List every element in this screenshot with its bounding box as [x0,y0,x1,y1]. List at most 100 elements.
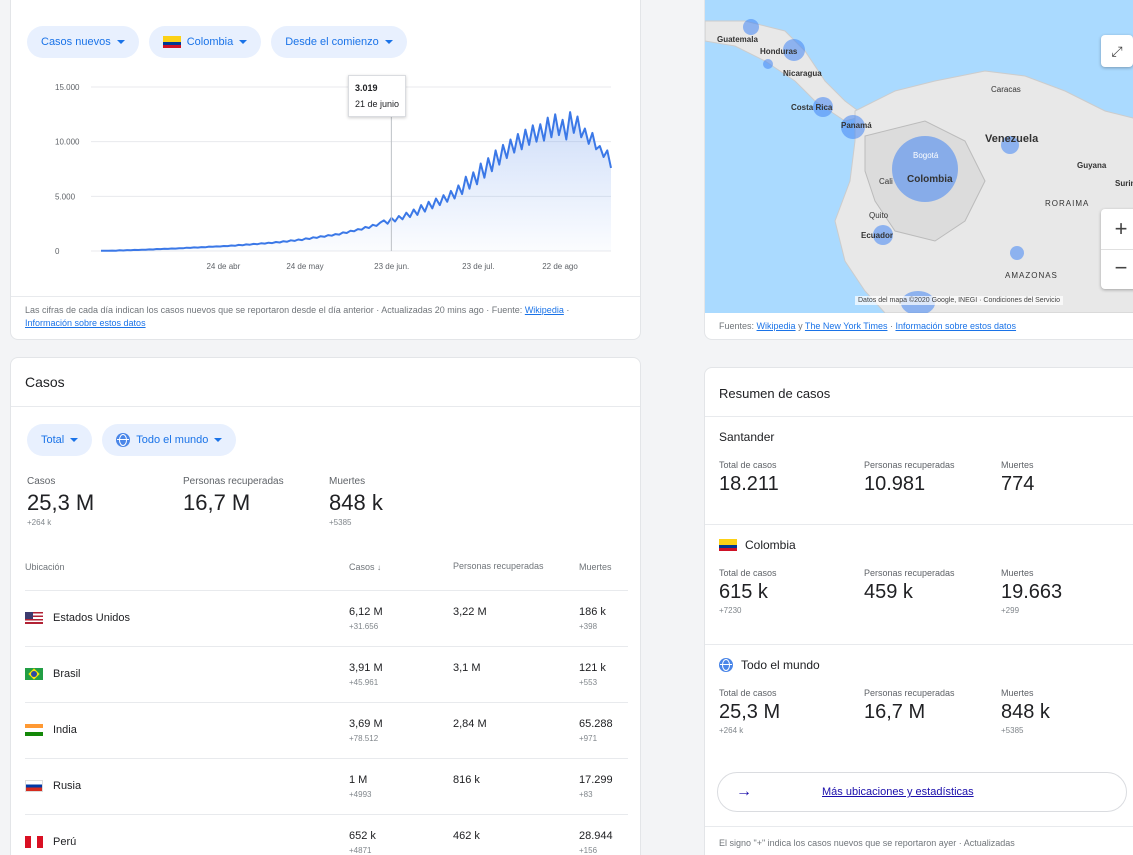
map-label: Cali [879,177,893,186]
cases-table: Ubicación Casos ↓ Personas recuperadas M… [25,544,628,855]
y-tick-label: 15.000 [55,83,80,92]
summary-section-colombia: Colombia Total de casos 615 k +7230 Pers… [719,538,1063,615]
y-tick-label: 10.000 [55,138,80,147]
zoom-in-button[interactable]: + [1101,209,1133,249]
summary-title: Resumen de casos [719,386,831,401]
new-cases-line-chart[interactable]: 15.000 10.000 5.000 0 24 de abr 24 de may 23 d… [21,71,621,291]
colombia-flag-icon [162,36,181,48]
arrow-right-icon: → [736,783,752,800]
country-dropdown[interactable]: Colombia [148,26,262,58]
russia-flag-icon [25,780,43,793]
usa-flag-icon [25,612,43,625]
map-bubble[interactable] [743,19,759,35]
stat-deaths: Muertes 848 k +5385 [329,476,383,527]
chevron-down-icon [70,438,79,442]
brazil-flag-icon [25,668,43,681]
map-label: Surin [1115,179,1133,188]
map-bubble-colombia[interactable] [892,136,958,202]
column-header-location[interactable]: Ubicación [25,544,349,590]
section-title: Todo el mundo [741,658,820,672]
total-dropdown-label: Total [41,434,65,446]
map-bubble[interactable] [1010,246,1024,260]
summary-section-santander: Santander Total de casos 18.211 Personas… [719,430,1129,495]
data-info-link[interactable]: Información sobre estos datos [25,318,146,328]
map-label: Venezuela [985,133,1039,145]
map-label: Bogotá [913,151,939,160]
section-title: Santander [719,430,775,444]
new-cases-chart-card: Casos nuevos Colombia Desde el comienzo … [10,0,641,340]
map-label: Colombia [907,174,953,185]
sort-arrow-icon: ↓ [377,562,382,572]
table-row[interactable]: Rusia 1 M +4993 816 k 17.299 +83 [25,757,628,814]
chevron-down-icon [116,40,125,44]
nyt-source-link[interactable]: The New York Times [805,321,888,331]
map-label: Caracas [991,85,1021,94]
x-tick-label: 23 de jul. [462,262,494,271]
table-row[interactable]: Estados Unidos 6,12 M +31.656 3,22 M 186 … [25,589,628,646]
stat-cases: Casos 25,3 M +264 k [27,476,95,527]
table-row[interactable]: Perú 652 k +4871 462 k 28.944 +156 [25,813,628,855]
map-attribution: Datos del mapa ©2020 Google, INEGI · Con… [855,296,1064,305]
table-row[interactable]: India 3,69 M +78.512 2,84 M 65.288 +971 [25,701,628,758]
table-row[interactable]: Brasil 3,91 M +45.961 3,1 M 121 k +553 [25,645,628,702]
cases-card-title: Casos [25,374,65,390]
map-card: Guatemala Honduras Nicaragua Costa Rica … [704,0,1133,340]
fullscreen-button[interactable]: ⤢ [1101,35,1133,67]
column-header-recovered[interactable]: Personas recuperadas [453,544,579,590]
colombia-flag-icon [719,539,737,551]
map-sources: Fuentes: Wikipedia y The New York Times … [719,321,1017,331]
map-label: Nicaragua [783,69,822,78]
cases-card: Casos Total Todo el mundo Casos 25,3 M +… [10,357,641,855]
data-info-link[interactable]: Información sobre estos datos [895,321,1016,331]
total-dropdown[interactable]: Total [27,424,93,456]
region-dropdown-label: Todo el mundo [136,434,209,446]
globe-icon [719,658,733,672]
summary-section-world: Todo el mundo Total de casos 25,3 M +264… [719,658,1050,735]
map-label: Costa Rica [791,103,833,112]
time-range-dropdown-label: Desde el comienzo [285,36,379,48]
case-summary-card: Resumen de casos Santander Total de caso… [704,367,1133,855]
india-flag-icon [25,724,43,737]
column-header-cases[interactable]: Casos ↓ [349,544,453,590]
chart-tooltip: 3.019 21 de junio [348,75,407,117]
map-label: Guyana [1077,161,1107,170]
chart-footnote: Las cifras de cada día indican los casos… [25,305,570,328]
time-range-dropdown[interactable]: Desde el comienzo [271,26,407,58]
expand-icon: ⤢ [1111,42,1123,59]
section-title: Colombia [745,538,796,552]
x-tick-label: 24 de abr [206,262,240,271]
country-dropdown-label: Colombia [186,36,234,48]
tooltip-date: 21 de junio [355,99,400,109]
peru-flag-icon [25,836,43,849]
map-label: Panamá [841,121,872,130]
x-tick-label: 23 de jun. [374,262,409,271]
column-header-deaths[interactable]: Muertes [579,544,628,590]
y-tick-label: 0 [55,247,60,256]
more-locations-link: Más ubicaciones y estadísticas [822,786,974,798]
map-label: Quito [869,211,889,220]
globe-icon [116,433,131,447]
chevron-down-icon [239,40,248,44]
stat-recovered: Personas recuperadas 16,7 M [183,476,284,515]
wikipedia-source-link[interactable]: Wikipedia [757,321,796,331]
x-tick-label: 22 de ago [542,262,578,271]
wikipedia-source-link[interactable]: Wikipedia [525,305,564,315]
chevron-down-icon [214,438,223,442]
table-header: Ubicación Casos ↓ Personas recuperadas M… [25,544,628,590]
summary-footnote: El signo "+" indica los casos nuevos que… [719,838,1015,848]
more-locations-button[interactable]: → Más ubicaciones y estadísticas [717,772,1127,812]
map-view[interactable]: Guatemala Honduras Nicaragua Costa Rica … [705,0,1133,313]
map-bubble[interactable] [763,59,773,69]
region-dropdown[interactable]: Todo el mundo [102,424,237,456]
metric-dropdown-label: Casos nuevos [41,36,111,48]
map-label: AMAZONAS [1005,271,1058,280]
map-label: RORAIMA [1045,199,1090,208]
y-tick-label: 5.000 [55,192,76,201]
map-label: Ecuador [861,231,894,240]
chevron-down-icon [384,40,393,44]
x-tick-label: 24 de may [286,262,323,271]
map-label: Guatemala [717,35,758,44]
map-label: Honduras [760,47,798,56]
metric-dropdown[interactable]: Casos nuevos [27,26,139,58]
zoom-out-button[interactable]: − [1101,249,1133,289]
